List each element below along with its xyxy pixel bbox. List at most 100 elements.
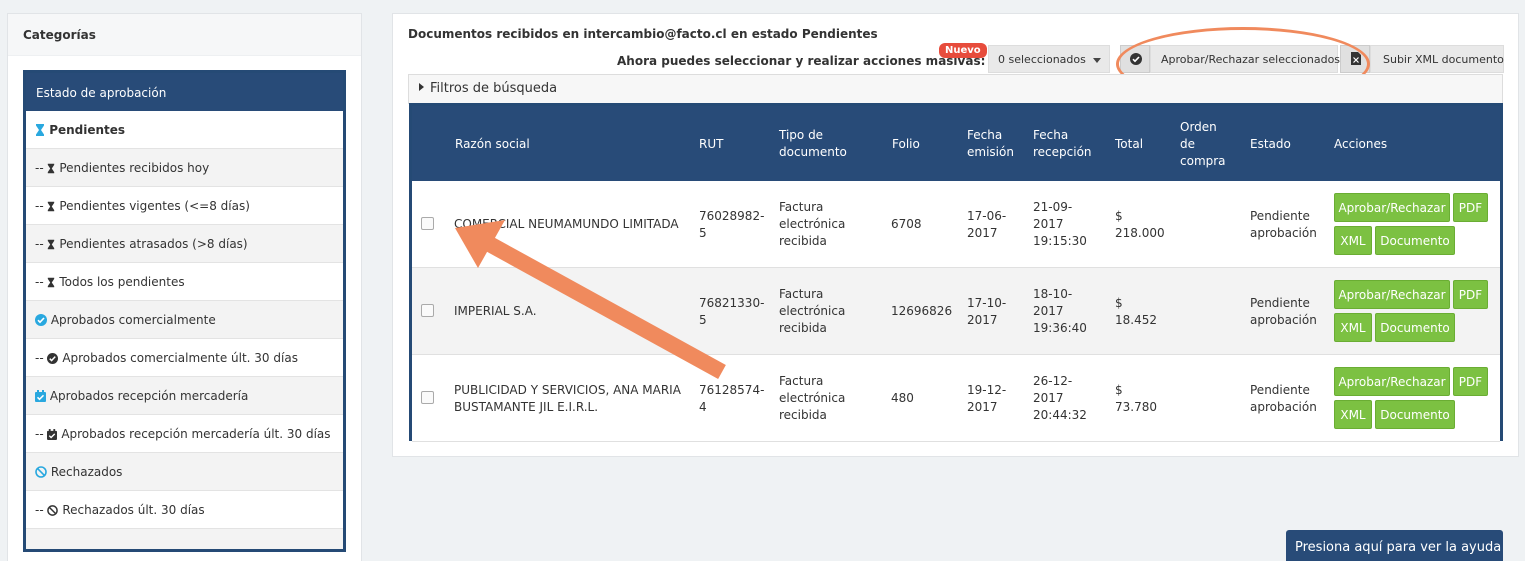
sidebar-item-prefix: -- <box>35 237 48 251</box>
cell-folio: 6708 <box>891 217 922 231</box>
upload-xml-button[interactable]: Subir XML documento <box>1370 45 1504 73</box>
sidebar-item-aprobados-recepcion[interactable]: Aprobados recepción mercadería <box>26 377 343 415</box>
cell-fecha-emision: 19-12- 2017 <box>967 382 1006 416</box>
cell-line: recibida <box>779 408 827 422</box>
xml-button[interactable]: XML <box>1334 400 1372 429</box>
cell-estado: Pendiente aprobación <box>1250 295 1317 329</box>
hourglass-icon <box>47 239 55 253</box>
approve-reject-button[interactable]: Aprobar/Rechazar <box>1334 280 1450 309</box>
sidebar-item-label: Aprobados comercialmente <box>50 313 216 327</box>
col-fecha-emision[interactable]: Fecha emisión <box>967 127 1014 161</box>
sidebar-item-pendientes-atrasados[interactable]: -- Pendientes atrasados (>8 días) <box>26 225 343 263</box>
cell-line: 76821330- <box>699 296 765 310</box>
cell-line: 218.000 <box>1115 226 1165 240</box>
sidebar-item-label: Todos los pendientes <box>59 275 185 289</box>
categories-title: Categorías <box>8 14 361 56</box>
document-button[interactable]: Documento <box>1375 226 1455 255</box>
col-emision-line: Fecha <box>967 128 1003 142</box>
approve-reject-button[interactable]: Aprobar/Rechazar <box>1334 193 1450 222</box>
cell-line: 26-12- <box>1033 374 1073 388</box>
sidebar-item-pendientes-hoy[interactable]: -- Pendientes recibidos hoy <box>26 149 343 187</box>
col-fecha-recepcion[interactable]: Fecha recepción <box>1033 127 1092 161</box>
cell-rut: 76821330- 5 <box>699 295 764 329</box>
help-button[interactable]: Presiona aquí para ver la ayuda <box>1286 530 1503 561</box>
sidebar-item-todos-pendientes[interactable]: -- Todos los pendientes <box>26 263 343 301</box>
approve-reject-button[interactable]: Aprobar/Rechazar <box>1334 367 1450 396</box>
pdf-button[interactable]: PDF <box>1453 280 1488 309</box>
hourglass-icon <box>47 277 55 291</box>
search-filters-label: Filtros de búsqueda <box>430 81 558 96</box>
ban-icon <box>47 505 59 519</box>
cell-line: 76028982- <box>699 209 765 223</box>
sidebar-item-aprobados-comercialmente[interactable]: Aprobados comercialmente <box>26 301 343 339</box>
cell-line: 5 <box>699 226 707 240</box>
calendar-check-icon <box>47 429 58 443</box>
xml-button[interactable]: XML <box>1334 226 1372 255</box>
page-title: Documentos recibidos en intercambio@fact… <box>408 27 878 41</box>
row-checkbox[interactable] <box>421 391 434 404</box>
document-button[interactable]: Documento <box>1375 313 1455 342</box>
search-filters-toggle[interactable]: Filtros de búsqueda <box>408 74 1503 104</box>
caret-down-icon <box>1093 58 1101 63</box>
sidebar-item-rechazados[interactable]: Rechazados <box>26 453 343 491</box>
sidebar-item-prefix: -- <box>35 427 48 441</box>
row-checkbox[interactable] <box>421 217 434 230</box>
sidebar-item-label: Aprobados recepción mercadería <box>49 389 249 403</box>
cell-line: recibida <box>779 234 827 248</box>
sidebar-item-label: Pendientes atrasados (>8 días) <box>59 237 248 251</box>
table-header: Razón social RUT Tipo de documento Folio… <box>412 106 1500 181</box>
col-tipo-line: Tipo de <box>779 128 824 142</box>
cell-folio: 12696826 <box>891 304 953 318</box>
col-razon-social[interactable]: Razón social <box>455 136 530 153</box>
col-total[interactable]: Total <box>1115 136 1143 153</box>
col-tipo-line: documento <box>779 145 847 159</box>
col-recepcion-line: Fecha <box>1033 128 1069 142</box>
sidebar-item-prefix: -- <box>35 161 48 175</box>
col-orden-line: de <box>1180 137 1195 151</box>
cell-line: 18-10- <box>1033 287 1073 301</box>
col-estado[interactable]: Estado <box>1250 136 1291 153</box>
sidebar-item-label: Rechazados últ. 30 días <box>62 503 205 517</box>
cell-line: Pendiente <box>1250 209 1310 223</box>
cell-line: aprobación <box>1250 313 1317 327</box>
sidebar-item-pendientes[interactable]: Pendientes <box>26 111 343 149</box>
sidebar-item-aprobados-comercialmente-30[interactable]: -- Aprobados comercialmente últ. 30 días <box>26 339 343 377</box>
cell-line: $ <box>1115 296 1123 310</box>
col-orden-line: Orden <box>1180 120 1217 134</box>
cell-line: 19:15:30 <box>1033 234 1087 248</box>
sidebar-item-aprobados-recepcion-30[interactable]: -- Aprobados recepción mercadería últ. 3… <box>26 415 343 453</box>
cell-line: Factura <box>779 374 824 388</box>
sidebar-item-rechazados-30[interactable]: -- Rechazados últ. 30 días <box>26 491 343 529</box>
new-badge: Nuevo <box>939 43 987 58</box>
sidebar-item-label: Pendientes <box>49 123 126 137</box>
cell-razon-social: PUBLICIDAD Y SERVICIOS, ANA MARIA BUSTAM… <box>454 382 681 416</box>
col-acciones: Acciones <box>1334 137 1388 151</box>
cell-rut: 76128574- 4 <box>699 382 764 416</box>
row-checkbox[interactable] <box>421 304 434 317</box>
xml-button[interactable]: XML <box>1334 313 1372 342</box>
sidebar-item-prefix: -- <box>35 199 48 213</box>
col-folio[interactable]: Folio <box>892 136 920 153</box>
documents-table: Razón social RUT Tipo de documento Folio… <box>409 103 1503 442</box>
selected-count-label: 0 seleccionados <box>998 53 1086 66</box>
table-row: PUBLICIDAD Y SERVICIOS, ANA MARIA BUSTAM… <box>412 355 1500 442</box>
approval-status-header: Estado de aprobación <box>26 73 343 111</box>
hourglass-icon <box>35 124 45 139</box>
sidebar-item-pendientes-vigentes[interactable]: -- Pendientes vigentes (<=8 días) <box>26 187 343 225</box>
col-rut[interactable]: RUT <box>699 136 723 153</box>
cell-fecha-emision: 17-06- 2017 <box>967 208 1006 242</box>
cell-line: 2017 <box>967 313 998 327</box>
cell-line: BUSTAMANTE JIL E.I.R.L. <box>454 400 599 414</box>
cell-line: 21-09- <box>1033 200 1073 214</box>
cell-razon-social: COMERCIAL NEUMAMUNDO LIMITADA <box>454 216 679 233</box>
cell-tipo: Factura electrónica recibida <box>779 373 845 424</box>
col-orden-compra[interactable]: Orden de compra <box>1180 119 1226 170</box>
selected-count-dropdown[interactable]: 0 seleccionados <box>988 45 1110 73</box>
col-tipo-documento[interactable]: Tipo de documento <box>779 127 847 161</box>
approval-status-box: Estado de aprobación Pendientes -- Pendi… <box>23 70 346 552</box>
cell-folio: 480 <box>891 391 914 405</box>
pdf-button[interactable]: PDF <box>1453 193 1488 222</box>
col-orden-line: compra <box>1180 154 1226 168</box>
pdf-button[interactable]: PDF <box>1453 367 1488 396</box>
document-button[interactable]: Documento <box>1375 400 1455 429</box>
